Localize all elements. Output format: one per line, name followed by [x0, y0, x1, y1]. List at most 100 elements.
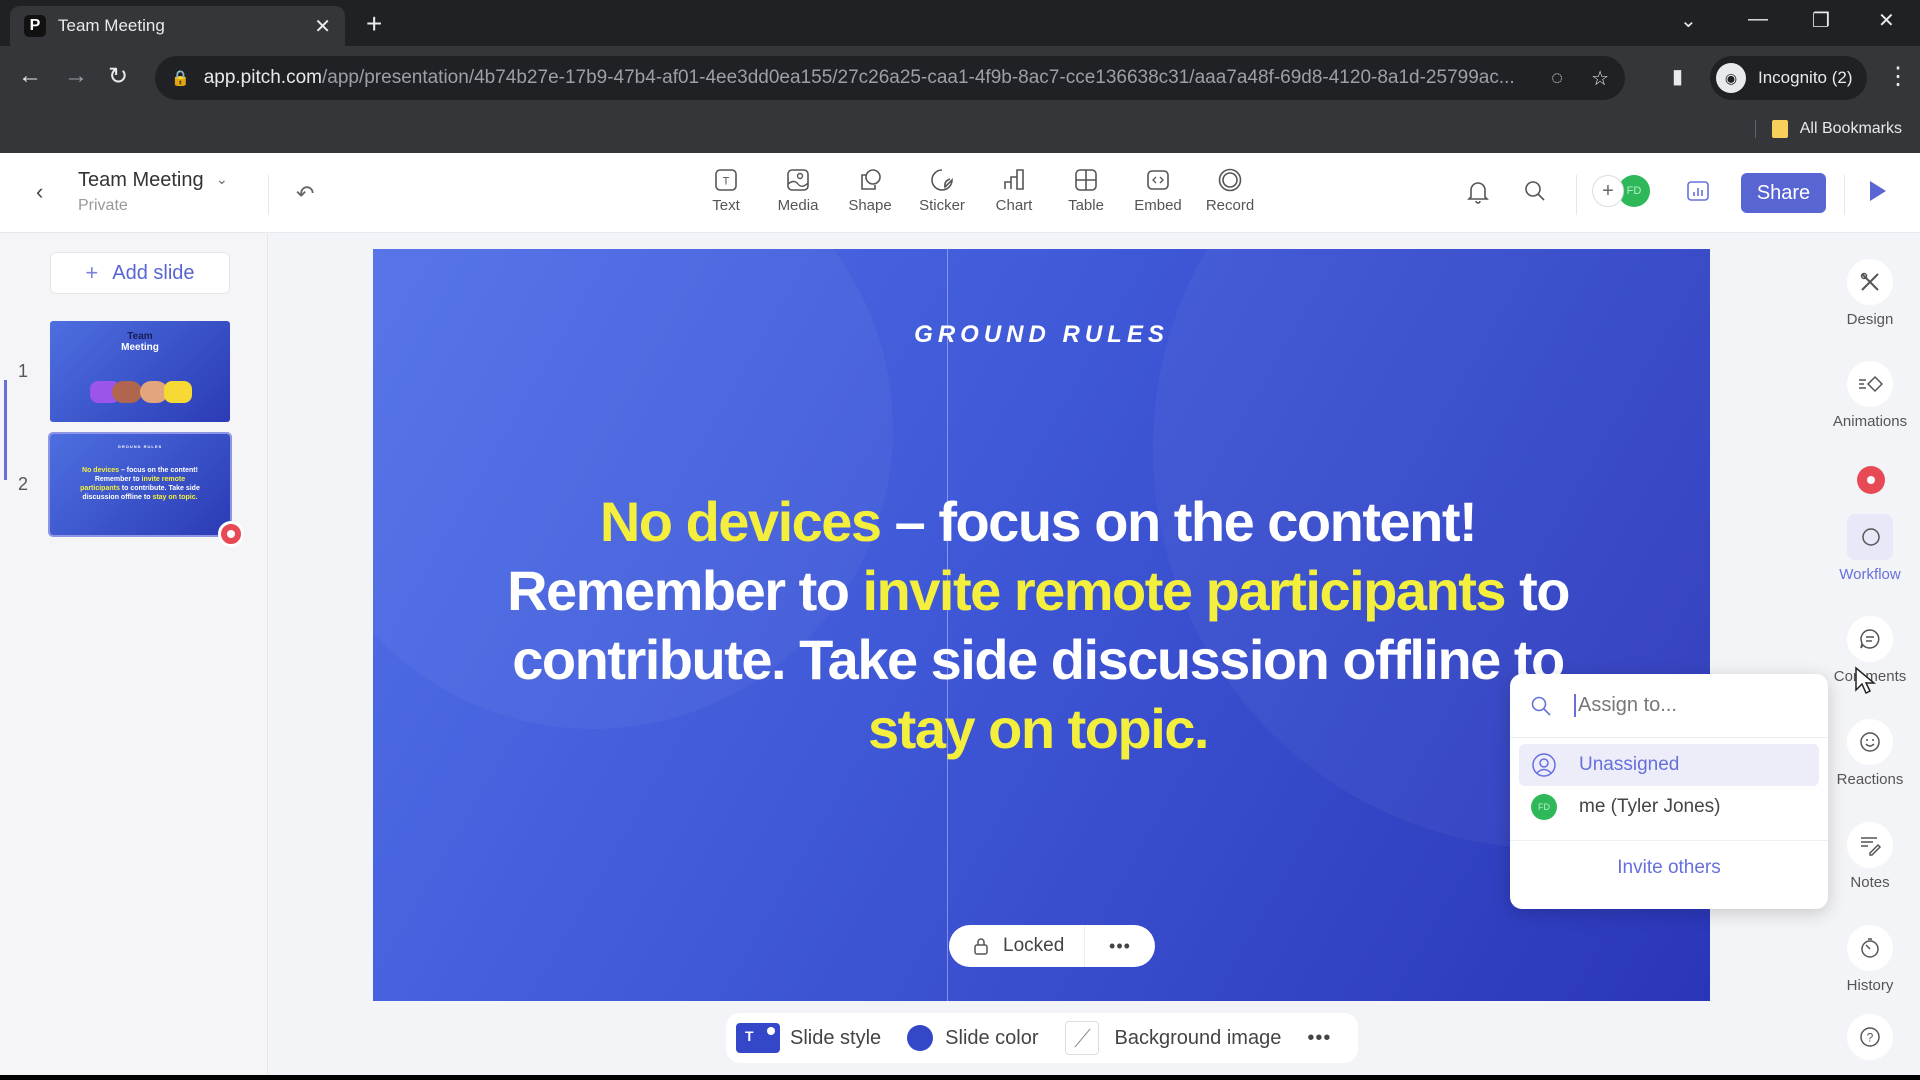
close-tab-icon[interactable]: ✕ [314, 14, 331, 39]
animations-icon [1859, 375, 1883, 393]
workflow-status-badge[interactable] [218, 521, 244, 547]
notifications-bell-icon[interactable] [1466, 179, 1490, 205]
rail-animations[interactable]: Animations [1820, 361, 1920, 430]
undo-icon[interactable]: ↶ [296, 181, 314, 207]
more-options-icon[interactable]: ••• [1307, 1027, 1331, 1050]
all-bookmarks-button[interactable]: All Bookmarks [1754, 120, 1902, 138]
minimize-icon[interactable]: — [1748, 8, 1768, 31]
pitch-app: ‹ Team Meeting ⌄ Private ↶ T Text Media … [0, 153, 1920, 1075]
tool-text[interactable]: T Text [690, 167, 762, 214]
slide-style-button[interactable]: Slide style [736, 1023, 881, 1053]
pitch-favicon-icon: P [24, 15, 46, 37]
rail-design[interactable]: Design [1820, 259, 1920, 328]
locked-button[interactable]: Locked [949, 925, 1085, 967]
slide-body-text[interactable]: No devices – focus on the content! Remem… [483, 487, 1593, 763]
workflow-icon [1862, 528, 1880, 546]
search-icon[interactable] [1523, 179, 1547, 205]
rail-workflow[interactable]: Workflow [1820, 514, 1920, 583]
browser-tab[interactable]: P Team Meeting ✕ [10, 6, 345, 46]
thumb-body: No devices – focus on the content! Rememb… [80, 467, 200, 501]
browser-nav-bar: ← → ↻ 🔒 app.pitch.com/app/presentation/4… [0, 46, 1920, 110]
option-unassigned[interactable]: Unassigned [1519, 744, 1819, 786]
forward-icon[interactable]: → [64, 62, 88, 90]
slide-thumbnail-1[interactable]: Team Meeting [50, 321, 230, 422]
sticker-icon [931, 169, 953, 191]
tool-label: Sticker [919, 197, 965, 214]
assign-search-input[interactable] [1574, 694, 1794, 717]
url-text[interactable]: app.pitch.com/app/presentation/4b74b27e-… [204, 67, 1523, 89]
smiley-icon [1860, 732, 1880, 752]
back-to-workspace-icon[interactable]: ‹ [36, 179, 43, 205]
eye-off-icon[interactable]: ◌ [1551, 67, 1563, 90]
tool-label: Media [777, 197, 819, 214]
rail-label: Notes [1850, 874, 1890, 891]
notes-icon [1861, 837, 1882, 856]
incognito-profile-button[interactable]: ◉ Incognito (2) [1710, 56, 1867, 100]
rail-reactions[interactable]: Reactions [1820, 719, 1920, 788]
address-bar[interactable]: 🔒 app.pitch.com/app/presentation/4b74b27… [155, 56, 1625, 100]
workflow-status-dot[interactable] [1857, 466, 1885, 494]
invite-others-link[interactable]: Invite others [1510, 841, 1828, 879]
tab-search-icon[interactable]: ⌄ [1680, 8, 1697, 33]
background-image-label: Background image [1114, 1026, 1282, 1049]
chevron-down-icon[interactable]: ⌄ [216, 171, 228, 188]
invite-collaborator-button[interactable]: + [1592, 175, 1624, 207]
all-bookmarks-label: All Bookmarks [1799, 120, 1902, 137]
tool-sticker[interactable]: Sticker [906, 167, 978, 214]
tool-record[interactable]: Record [1194, 167, 1266, 214]
tool-label: Embed [1134, 197, 1182, 214]
help-button[interactable]: ? [1820, 1014, 1920, 1060]
sleeve-right [164, 381, 192, 403]
tab-title: Team Meeting [58, 16, 165, 35]
lock-icon [974, 938, 988, 955]
thumb-title: Team Meeting [121, 331, 159, 353]
option-label: Unassigned [1579, 754, 1680, 775]
chart-icon [1004, 169, 1024, 190]
visibility-label: Private [78, 197, 128, 214]
comments-icon [1860, 629, 1880, 649]
insert-tools: T Text Media Shape Sticker Chart Table E… [690, 167, 1266, 214]
add-slide-button[interactable]: + Add slide [50, 252, 230, 294]
share-button[interactable]: Share [1741, 173, 1826, 213]
restore-icon[interactable]: ❐ [1812, 8, 1830, 33]
more-options-icon[interactable]: ••• [1085, 936, 1155, 957]
profile-label: Incognito (2) [1758, 68, 1853, 87]
tool-chart[interactable]: Chart [978, 167, 1050, 214]
tool-media[interactable]: Media [762, 167, 834, 214]
design-tools-icon [1860, 272, 1879, 291]
close-window-icon[interactable]: ✕ [1878, 8, 1895, 33]
new-tab-icon[interactable]: + [366, 8, 382, 40]
selected-slide-indicator [4, 380, 7, 480]
editor-toolbar: ‹ Team Meeting ⌄ Private ↶ T Text Media … [0, 153, 1920, 233]
record-icon [1218, 168, 1242, 192]
slide-heading[interactable]: GROUND RULES [373, 321, 1710, 349]
reload-icon[interactable]: ↻ [108, 62, 128, 91]
tool-embed[interactable]: Embed [1122, 167, 1194, 214]
tool-label: Table [1068, 197, 1104, 214]
back-icon[interactable]: ← [18, 62, 42, 90]
option-me[interactable]: FD me (Tyler Jones) [1519, 786, 1819, 828]
svg-text:T: T [723, 176, 730, 188]
slide-number: 2 [18, 474, 29, 494]
tool-shape[interactable]: Shape [834, 167, 906, 214]
rail-notes[interactable]: Notes [1820, 822, 1920, 891]
presentation-title[interactable]: Team Meeting [78, 169, 204, 192]
present-play-icon[interactable] [1870, 181, 1886, 201]
bookmark-star-icon[interactable]: ☆ [1591, 66, 1609, 91]
thumb-heading: GROUND RULES [117, 444, 163, 449]
background-image-button[interactable]: Background image [1064, 1021, 1282, 1055]
slide-color-label: Slide color [945, 1026, 1039, 1049]
tool-table[interactable]: Table [1050, 167, 1122, 214]
rail-history[interactable]: History [1820, 925, 1920, 994]
browser-menu-icon[interactable]: ⋮ [1886, 62, 1910, 91]
slide-style-label: Slide style [790, 1026, 882, 1049]
slide-color-button[interactable]: Slide color [907, 1025, 1039, 1051]
rail-label: Animations [1832, 413, 1908, 430]
slide-thumbnail-2[interactable]: GROUND RULES No devices – focus on the c… [48, 432, 232, 537]
side-panel-icon[interactable]: ▮ [1672, 64, 1683, 89]
analytics-icon[interactable] [1686, 179, 1710, 203]
highlighted-text: No devices [599, 490, 882, 553]
rail-label: Reactions [1836, 771, 1904, 788]
mouse-cursor-icon [1855, 666, 1876, 695]
locked-label: Locked [1003, 935, 1065, 956]
